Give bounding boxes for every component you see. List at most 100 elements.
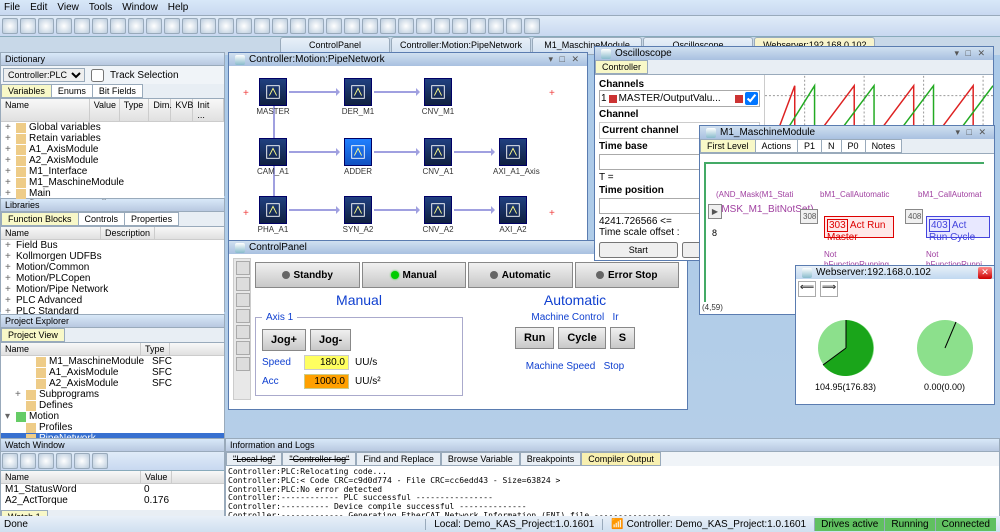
tool-icon[interactable] — [506, 18, 522, 34]
cp-tool-icon[interactable] — [236, 341, 250, 355]
pe-row[interactable]: ▾Motion — [1, 411, 224, 422]
tool-icon[interactable] — [434, 18, 450, 34]
speed-value[interactable]: 180.0 — [304, 355, 349, 370]
dict-tab-bitfields[interactable]: Bit Fields — [92, 84, 143, 98]
log-tab-controller[interactable]: "Controller log" — [282, 452, 356, 466]
window-controls-icon[interactable]: ▾ □ ✕ — [955, 48, 988, 59]
dict-tab-enums[interactable]: Enums — [51, 84, 93, 98]
dict-row[interactable]: +M1_MaschineModule — [1, 177, 224, 188]
hdr[interactable]: Name — [1, 471, 141, 483]
cp-tool-icon[interactable] — [236, 293, 250, 307]
mm-tab-p1[interactable]: P1 — [797, 139, 822, 153]
s-button[interactable]: S — [610, 327, 635, 349]
dict-row[interactable]: +A1_AxisModule — [1, 144, 224, 155]
watch-row[interactable]: M1_StatusWord0 — [1, 484, 224, 495]
tool-icon[interactable] — [74, 18, 90, 34]
run-master-block[interactable]: 303 Act Run Master — [824, 216, 894, 238]
tool-icon[interactable] — [254, 18, 270, 34]
pipe-node-der_m1[interactable] — [344, 78, 372, 106]
log-tab-find[interactable]: Find and Replace — [356, 452, 441, 466]
channel-item[interactable]: MASTER/OutputValu... — [619, 93, 721, 104]
window-controls-icon[interactable]: ▾ □ ✕ — [956, 127, 989, 138]
tool-icon[interactable] — [524, 18, 540, 34]
cp-tool-icon[interactable] — [236, 357, 250, 371]
channel-checkbox[interactable] — [745, 92, 758, 105]
dict-row[interactable]: +A2_AxisModule — [1, 155, 224, 166]
hdr[interactable]: Name — [1, 227, 101, 239]
lib-row[interactable]: +Kollmorgen UDFBs — [1, 251, 224, 262]
cp-tool-icon[interactable] — [236, 277, 250, 291]
tool-icon[interactable] — [56, 18, 72, 34]
run-button[interactable]: Run — [515, 327, 554, 349]
watch-tool-icon[interactable] — [74, 453, 90, 469]
hdr[interactable]: Type — [120, 99, 150, 121]
tool-icon[interactable] — [290, 18, 306, 34]
lib-row[interactable]: +Field Bus — [1, 240, 224, 251]
run-cycle-block[interactable]: 403 Act Run Cycle — [926, 216, 990, 238]
tool-icon[interactable] — [92, 18, 108, 34]
mode-standby-button[interactable]: Standby — [255, 262, 360, 288]
cycle-button[interactable]: Cycle — [558, 327, 605, 349]
hdr[interactable]: Value — [141, 471, 172, 483]
mm-tab-firstlevel[interactable]: First Level — [700, 139, 756, 153]
watch-tool-icon[interactable] — [20, 453, 36, 469]
close-icon[interactable]: ✕ — [978, 267, 992, 279]
lib-row[interactable]: +PLC Standard — [1, 306, 224, 314]
back-icon[interactable]: ⟸ — [798, 281, 816, 297]
dict-row[interactable]: +Global variables — [1, 122, 224, 133]
dict-row[interactable]: +Retain variables — [1, 133, 224, 144]
pe-row[interactable]: +Subprograms — [1, 389, 224, 400]
cp-tool-icon[interactable] — [236, 325, 250, 339]
tool-icon[interactable] — [488, 18, 504, 34]
tool-icon[interactable] — [164, 18, 180, 34]
lib-row[interactable]: +PLC Advanced — [1, 295, 224, 306]
log-tab-compiler[interactable]: Compiler Output — [581, 452, 661, 466]
lib-row[interactable]: +Motion/PLCopen — [1, 273, 224, 284]
tool-icon[interactable] — [236, 18, 252, 34]
hdr[interactable]: Init ... — [193, 99, 224, 121]
menu-window[interactable]: Window — [122, 2, 158, 13]
tool-icon[interactable] — [416, 18, 432, 34]
tool-icon[interactable] — [2, 18, 18, 34]
watch-row[interactable]: A2_ActTorque0.176 — [1, 495, 224, 506]
watch-tool-icon[interactable] — [92, 453, 108, 469]
step-308[interactable]: 308 — [800, 209, 818, 224]
tool-icon[interactable] — [200, 18, 216, 34]
osc-start-button[interactable]: Start — [599, 242, 678, 258]
pipe-node-syn_a2[interactable] — [344, 196, 372, 224]
lib-row[interactable]: +Motion/Common — [1, 262, 224, 273]
pipe-node-cnv_m1[interactable] — [424, 78, 452, 106]
dict-tab-variables[interactable]: Variables — [1, 84, 52, 98]
watch-tool-icon[interactable] — [2, 453, 18, 469]
hdr[interactable]: Name — [1, 99, 90, 121]
pe-row[interactable]: A2_AxisModuleSFC — [1, 378, 224, 389]
mode-manual-button[interactable]: Manual — [362, 262, 467, 288]
jog-minus-button[interactable]: Jog- — [310, 329, 351, 351]
dict-row[interactable]: +M1_Interface — [1, 166, 224, 177]
pipe-node-axi_a2[interactable] — [499, 196, 527, 224]
pipe-node-master[interactable] — [259, 78, 287, 106]
hdr[interactable]: Value — [90, 99, 120, 121]
tool-icon[interactable] — [344, 18, 360, 34]
pe-row[interactable]: M1_MaschineModuleSFC — [1, 356, 224, 367]
lib-row[interactable]: +Motion/Pipe Network — [1, 284, 224, 295]
window-controls-icon[interactable]: ▾ □ ✕ — [549, 54, 582, 65]
menu-tools[interactable]: Tools — [89, 2, 112, 13]
tool-icon[interactable] — [308, 18, 324, 34]
tool-icon[interactable] — [218, 18, 234, 34]
tool-icon[interactable] — [182, 18, 198, 34]
tool-icon[interactable] — [20, 18, 36, 34]
lib-tab-fb[interactable]: Function Blocks — [1, 212, 79, 226]
pe-row[interactable]: Defines — [1, 400, 224, 411]
tool-icon[interactable] — [362, 18, 378, 34]
log-tab-browse[interactable]: Browse Variable — [441, 452, 520, 466]
pipe-canvas[interactable]: + + + + MASTERDER_M1CNV_M1CAM_A1ADDERCNV… — [229, 66, 587, 236]
menu-help[interactable]: Help — [168, 2, 189, 13]
jog-plus-button[interactable]: Jog+ — [262, 329, 306, 351]
tool-icon[interactable] — [38, 18, 54, 34]
log-tab-bp[interactable]: Breakpoints — [520, 452, 582, 466]
tool-icon[interactable] — [452, 18, 468, 34]
mm-tab-n[interactable]: N — [821, 139, 842, 153]
pe-row[interactable]: A1_AxisModuleSFC — [1, 367, 224, 378]
pe-tab-projectview[interactable]: Project View — [1, 328, 65, 342]
